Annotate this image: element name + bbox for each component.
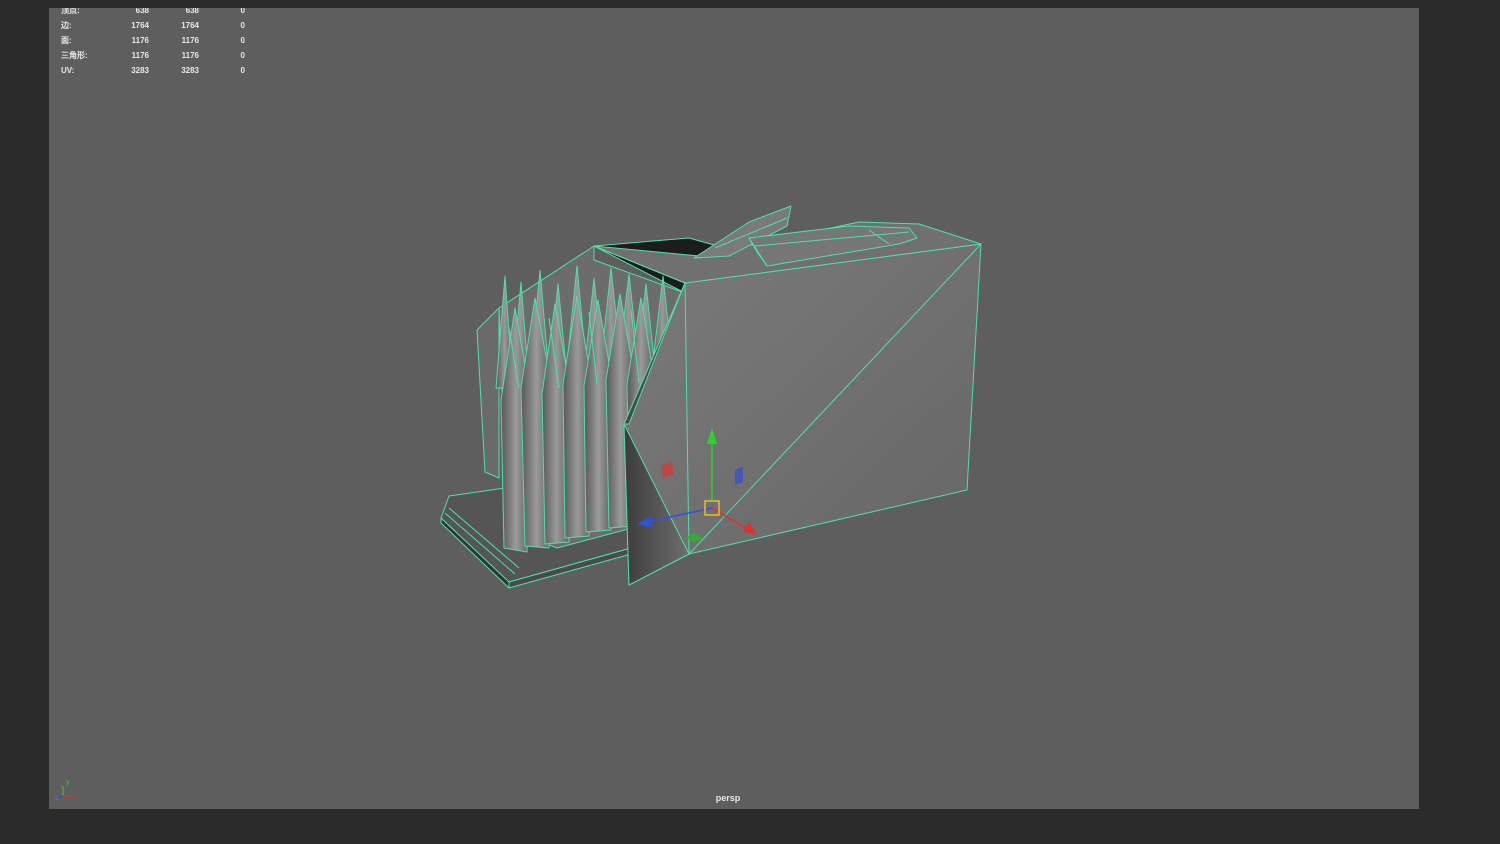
mesh-object[interactable] — [440, 205, 982, 589]
camera-name-label: persp — [715, 793, 741, 803]
axis-label-y: y — [66, 779, 70, 786]
viewport-persp[interactable]: 顶点: 638 638 0 边: 1764 1764 0 面: 1176 117… — [49, 8, 1419, 809]
scene-canvas[interactable] — [49, 8, 1419, 809]
